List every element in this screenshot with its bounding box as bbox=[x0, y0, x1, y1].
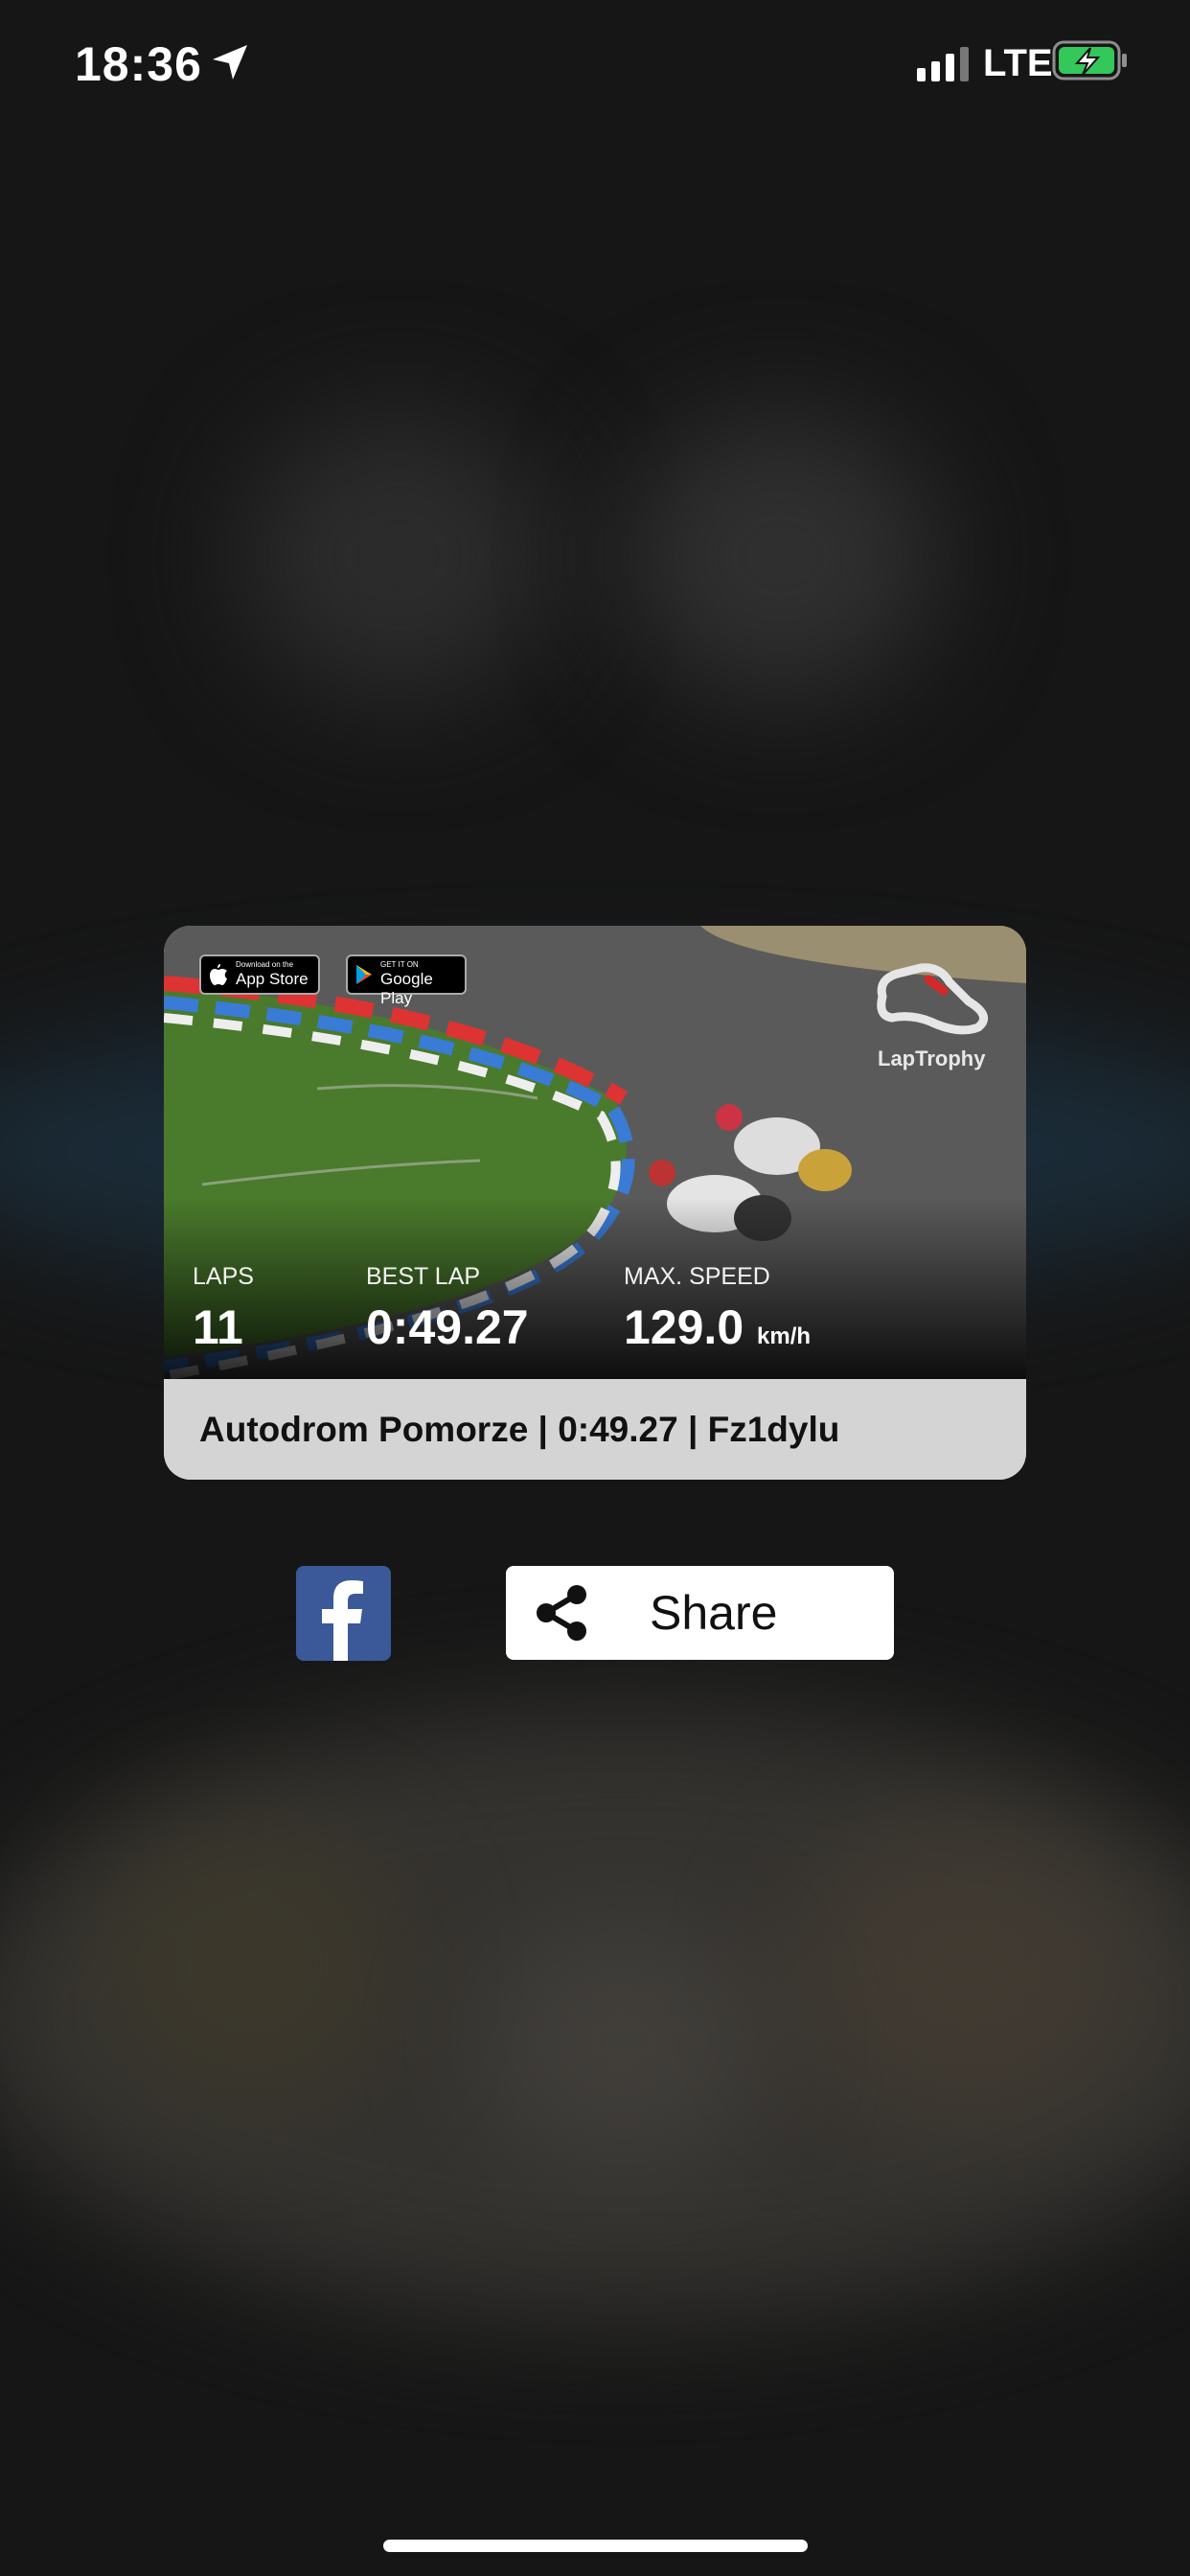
app-store-badge[interactable]: Download on the App Store bbox=[199, 954, 320, 995]
share-icon bbox=[537, 1585, 586, 1641]
google-play-small-text: GET IT ON bbox=[380, 960, 419, 969]
share-button[interactable]: Share bbox=[506, 1566, 894, 1660]
facebook-share-button[interactable] bbox=[296, 1566, 391, 1661]
network-type: LTE bbox=[983, 42, 1053, 84]
best-lap-value: 0:49.27 bbox=[366, 1300, 529, 1354]
laps-value: 11 bbox=[193, 1300, 243, 1354]
apple-icon bbox=[210, 964, 227, 985]
facebook-icon bbox=[322, 1580, 363, 1661]
home-indicator[interactable] bbox=[383, 2540, 808, 2552]
max-speed-number: 129.0 bbox=[624, 1300, 744, 1354]
battery-charging-icon bbox=[1052, 40, 1127, 80]
google-play-badge[interactable]: GET IT ON Google Play bbox=[346, 954, 467, 1007]
location-arrow-icon bbox=[213, 45, 247, 80]
card-footer: Autodrom Pomorze | 0:49.27 | Fz1dylu bbox=[164, 1379, 1026, 1480]
laps-label: LAPS bbox=[193, 1263, 254, 1290]
share-label: Share bbox=[650, 1586, 778, 1640]
google-play-icon bbox=[356, 965, 372, 984]
signal-bars-icon bbox=[917, 47, 969, 81]
max-speed-value: 129.0 km/h bbox=[624, 1300, 811, 1355]
lap-caption: Autodrom Pomorze | 0:49.27 | Fz1dylu bbox=[199, 1410, 840, 1449]
lap-share-card: Download on the App Store GET IT ON Goog… bbox=[164, 926, 1026, 1480]
best-lap-label: BEST LAP bbox=[366, 1263, 481, 1290]
brand-name: LapTrophy bbox=[878, 1046, 986, 1070]
max-speed-unit: km/h bbox=[757, 1323, 812, 1349]
app-store-big-text: App Store bbox=[236, 970, 309, 988]
laptrophy-logo-icon bbox=[877, 963, 989, 1035]
app-store-small-text: Download on the bbox=[236, 960, 294, 969]
status-time: 18:36 bbox=[75, 37, 202, 91]
max-speed-label: MAX. SPEED bbox=[624, 1263, 770, 1290]
google-play-big-text: Google Play bbox=[380, 970, 433, 1007]
